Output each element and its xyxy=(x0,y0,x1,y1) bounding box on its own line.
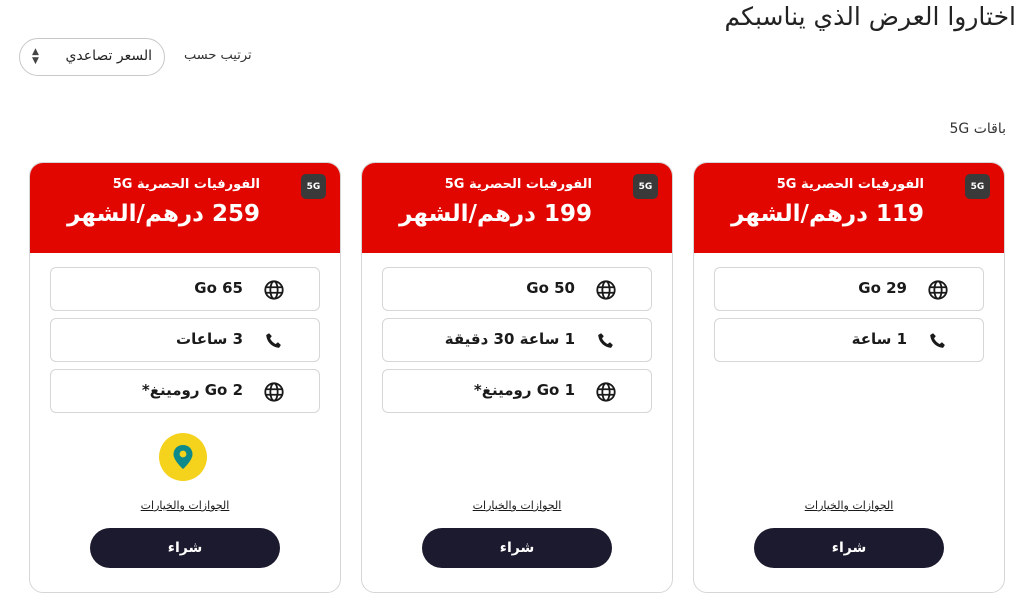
feature-text: 50 Go xyxy=(526,279,575,297)
plan-title: الفورفيات الحصرية 5G xyxy=(112,177,260,192)
plan-card-header: 5G الفورفيات الحصرية 5G 119 درهم/الشهر xyxy=(694,163,1004,253)
buy-button[interactable]: شراء xyxy=(90,528,280,568)
details-link[interactable]: الجوازات والخيارات xyxy=(30,499,340,512)
feature-data: 29 Go xyxy=(714,267,984,311)
location-pin-badge xyxy=(159,433,207,481)
plan-card-header: 5G الفورفيات الحصرية 5G 199 درهم/الشهر xyxy=(362,163,672,253)
phone-icon xyxy=(598,333,613,348)
feature-calls: 3 ساعات xyxy=(50,318,320,362)
feature-data: 65 Go xyxy=(50,267,320,311)
plan-title: الفورفيات الحصرية 5G xyxy=(776,177,924,192)
globe-icon xyxy=(264,280,284,300)
plan-price: 199 درهم/الشهر xyxy=(399,201,592,227)
feature-text: 1 Go رومينغ* xyxy=(473,381,575,399)
location-pin-icon xyxy=(173,445,193,469)
globe-icon xyxy=(596,280,616,300)
phone-icon xyxy=(266,333,281,348)
feature-text: 3 ساعات xyxy=(176,330,243,348)
feature-calls: 1 ساعة 30 دقيقة xyxy=(382,318,652,362)
plan-price: 119 درهم/الشهر xyxy=(731,201,924,227)
feature-text: 1 ساعة xyxy=(851,330,907,348)
sort-select[interactable]: ▲ ▼ السعر تصاعدي xyxy=(19,38,165,76)
globe-icon xyxy=(928,280,948,300)
page-title: اختاروا العرض الذي يناسبكم xyxy=(724,2,1016,31)
plan-card-259: 5G الفورفيات الحصرية 5G 259 درهم/الشهر 6… xyxy=(29,162,341,593)
plan-price: 259 درهم/الشهر xyxy=(67,201,260,227)
5g-badge: 5G xyxy=(301,174,326,199)
feature-text: 2 Go رومينغ* xyxy=(141,381,243,399)
5g-badge: 5G xyxy=(965,174,990,199)
buy-button[interactable]: شراء xyxy=(754,528,944,568)
feature-text: 65 Go xyxy=(194,279,243,297)
feature-roaming: 2 Go رومينغ* xyxy=(50,369,320,413)
sort-label: ترتيب حسب xyxy=(184,48,252,63)
feature-text: 1 ساعة 30 دقيقة xyxy=(444,330,575,348)
details-link[interactable]: الجوازات والخيارات xyxy=(694,499,1004,512)
globe-icon xyxy=(264,382,284,402)
feature-roaming: 1 Go رومينغ* xyxy=(382,369,652,413)
globe-icon xyxy=(596,382,616,402)
plan-title: الفورفيات الحصرية 5G xyxy=(444,177,592,192)
phone-icon xyxy=(930,333,945,348)
plan-card-119: 5G الفورفيات الحصرية 5G 119 درهم/الشهر 2… xyxy=(693,162,1005,593)
section-label: باقات 5G xyxy=(949,121,1006,137)
buy-button[interactable]: شراء xyxy=(422,528,612,568)
5g-badge: 5G xyxy=(633,174,658,199)
feature-text: 29 Go xyxy=(858,279,907,297)
plan-card-header: 5G الفورفيات الحصرية 5G 259 درهم/الشهر xyxy=(30,163,340,253)
feature-data: 50 Go xyxy=(382,267,652,311)
sort-value: السعر تصاعدي xyxy=(65,48,152,64)
details-link[interactable]: الجوازات والخيارات xyxy=(362,499,672,512)
feature-calls: 1 ساعة xyxy=(714,318,984,362)
plan-card-199: 5G الفورفيات الحصرية 5G 199 درهم/الشهر 5… xyxy=(361,162,673,593)
sort-arrows-icon: ▲ ▼ xyxy=(32,47,39,66)
